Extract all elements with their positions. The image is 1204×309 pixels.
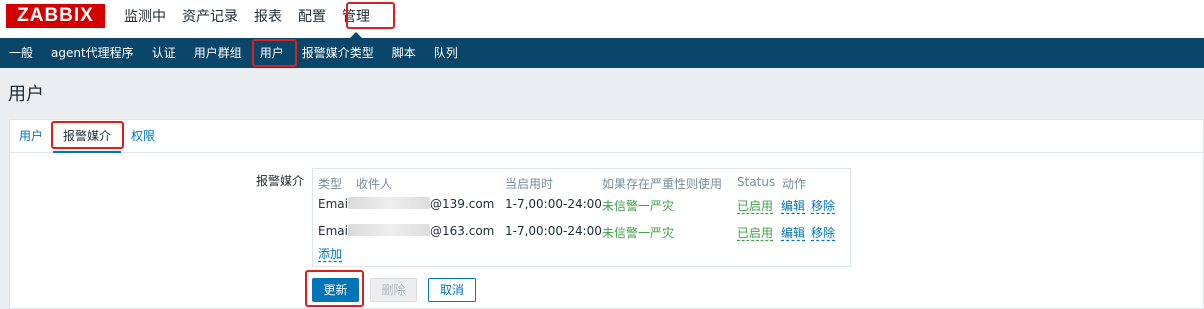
sub-menu-authentication[interactable]: 认证 bbox=[143, 38, 185, 68]
media-row-1-status-link[interactable]: 已启用 bbox=[737, 197, 773, 214]
media-row-1-severity: 未信警一严灾 bbox=[602, 199, 675, 213]
media-row-2-edit-link[interactable]: 编辑 bbox=[781, 224, 805, 241]
top-menu-administration[interactable]: 管理 bbox=[334, 0, 378, 38]
page-title-bar bbox=[0, 68, 1204, 110]
media-row-2-remove-link[interactable]: 移除 bbox=[811, 224, 835, 241]
media-header-when-active: 当启用时 bbox=[505, 177, 554, 191]
media-header-severity: 如果存在严重性则使用 bbox=[602, 177, 723, 191]
add-media-link[interactable]: 添加 bbox=[318, 245, 342, 262]
media-header-status: Status bbox=[737, 175, 776, 189]
media-row-1-edit-link[interactable]: 编辑 bbox=[781, 197, 805, 214]
top-header: ZABBIX 监测中 资产记录 报表 配置 管理 bbox=[0, 0, 1204, 38]
media-row-2-when-active: 1-7,00:00-24:00 bbox=[505, 224, 602, 238]
media-row-2-status-link[interactable]: 已启用 bbox=[737, 224, 773, 241]
top-menu-configuration[interactable]: 配置 bbox=[290, 0, 334, 38]
media-row-1-when-active: 1-7,00:00-24:00 bbox=[505, 197, 602, 211]
sub-menu-media-types[interactable]: 报警媒介类型 bbox=[293, 38, 383, 68]
sub-menu-proxies[interactable]: agent代理程序 bbox=[42, 38, 143, 68]
media-row-2-recipient: @163.com bbox=[348, 224, 494, 238]
media-row-2-type: Email bbox=[318, 224, 352, 238]
delete-button: 删除 bbox=[370, 278, 417, 302]
top-menu-reports[interactable]: 报表 bbox=[246, 0, 290, 38]
sub-menu-scripts[interactable]: 脚本 bbox=[383, 38, 425, 68]
sub-menu-user-groups[interactable]: 用户群组 bbox=[185, 38, 251, 68]
media-row-1-recipient: @139.com bbox=[348, 197, 494, 211]
tab-user[interactable]: 用户 bbox=[9, 119, 53, 153]
redacted-recipient bbox=[348, 197, 430, 209]
sub-menu-users[interactable]: 用户 bbox=[250, 38, 293, 68]
top-menu-monitoring[interactable]: 监测中 bbox=[116, 0, 174, 38]
zabbix-logo[interactable]: ZABBIX bbox=[6, 4, 105, 28]
update-button[interactable]: 更新 bbox=[312, 278, 359, 302]
sub-menu: 一般 agent代理程序 认证 用户群组 用户 报警媒介类型 脚本 队列 bbox=[0, 38, 1204, 68]
page-title: 用户 bbox=[8, 84, 44, 105]
media-field-label: 报警媒介 bbox=[255, 174, 304, 188]
cancel-button[interactable]: 取消 bbox=[428, 278, 476, 302]
tab-media[interactable]: 报警媒介 bbox=[53, 119, 122, 153]
media-row-1-remove-link[interactable]: 移除 bbox=[811, 197, 835, 214]
media-header-recipient: 收件人 bbox=[356, 177, 393, 191]
sub-menu-queue[interactable]: 队列 bbox=[425, 38, 467, 68]
form-tabs: 用户 报警媒介 权限 bbox=[9, 119, 1204, 153]
tab-permissions[interactable]: 权限 bbox=[121, 119, 165, 153]
top-menu-inventory[interactable]: 资产记录 bbox=[174, 0, 246, 38]
top-menu: 监测中 资产记录 报表 配置 管理 bbox=[116, 0, 378, 38]
media-header-type: 类型 bbox=[318, 177, 343, 191]
media-row-2-severity: 未信警一严灾 bbox=[602, 226, 675, 240]
redacted-recipient bbox=[348, 224, 430, 236]
media-row-1-type: Email bbox=[318, 197, 352, 211]
media-header-action: 动作 bbox=[782, 177, 807, 191]
media-table: 类型 收件人 当启用时 如果存在严重性则使用 Status 动作 Email @… bbox=[312, 168, 851, 267]
sub-menu-general[interactable]: 一般 bbox=[0, 38, 42, 68]
